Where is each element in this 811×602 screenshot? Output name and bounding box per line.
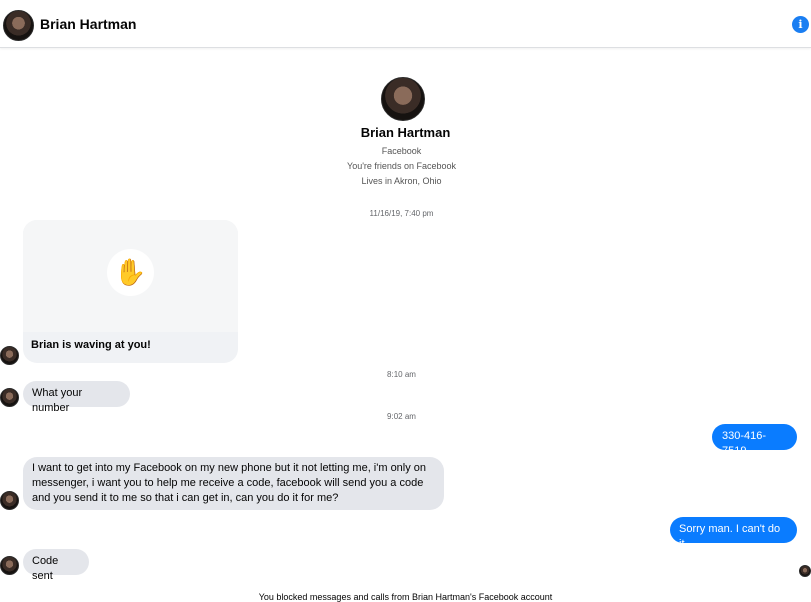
- info-icon[interactable]: i: [792, 16, 809, 33]
- sender-avatar[interactable]: [0, 556, 19, 575]
- wave-caption: Brian is waving at you!: [31, 339, 151, 351]
- sender-avatar[interactable]: [0, 346, 19, 365]
- timestamp: 8:10 am: [387, 370, 416, 379]
- sender-avatar[interactable]: [0, 388, 19, 407]
- profile-name: Brian Hartman: [360, 125, 451, 140]
- waving-hand-icon: ✋: [107, 249, 154, 296]
- timestamp: 9:02 am: [387, 412, 416, 421]
- message-bubble-outgoing[interactable]: 330-416-7519: [712, 424, 797, 457]
- wave-card-image-area: ✋: [23, 220, 238, 332]
- message-bubble[interactable]: Code sent: [23, 549, 89, 582]
- header-avatar[interactable]: [3, 10, 34, 41]
- profile-friend-status: You're friends on Facebook: [347, 161, 456, 171]
- message-bubble[interactable]: I want to get into my Facebook on my new…: [23, 457, 444, 510]
- contact-name[interactable]: Brian Hartman: [40, 16, 136, 32]
- seen-avatar: [799, 565, 811, 577]
- profile-location: Lives in Akron, Ohio: [361, 176, 442, 186]
- wave-card[interactable]: ✋ Brian is waving at you!: [23, 220, 238, 363]
- sender-avatar[interactable]: [0, 491, 19, 510]
- message-bubble[interactable]: What your number: [23, 381, 130, 414]
- chat-header: Brian Hartman i: [0, 0, 811, 48]
- blocked-notice: You blocked messages and calls from Bria…: [258, 592, 553, 602]
- timestamp: 11/16/19, 7:40 pm: [369, 209, 434, 218]
- message-bubble-outgoing[interactable]: Sorry man. I can't do it.: [670, 517, 797, 550]
- profile-avatar[interactable]: [381, 77, 425, 121]
- profile-source: Facebook: [381, 146, 422, 156]
